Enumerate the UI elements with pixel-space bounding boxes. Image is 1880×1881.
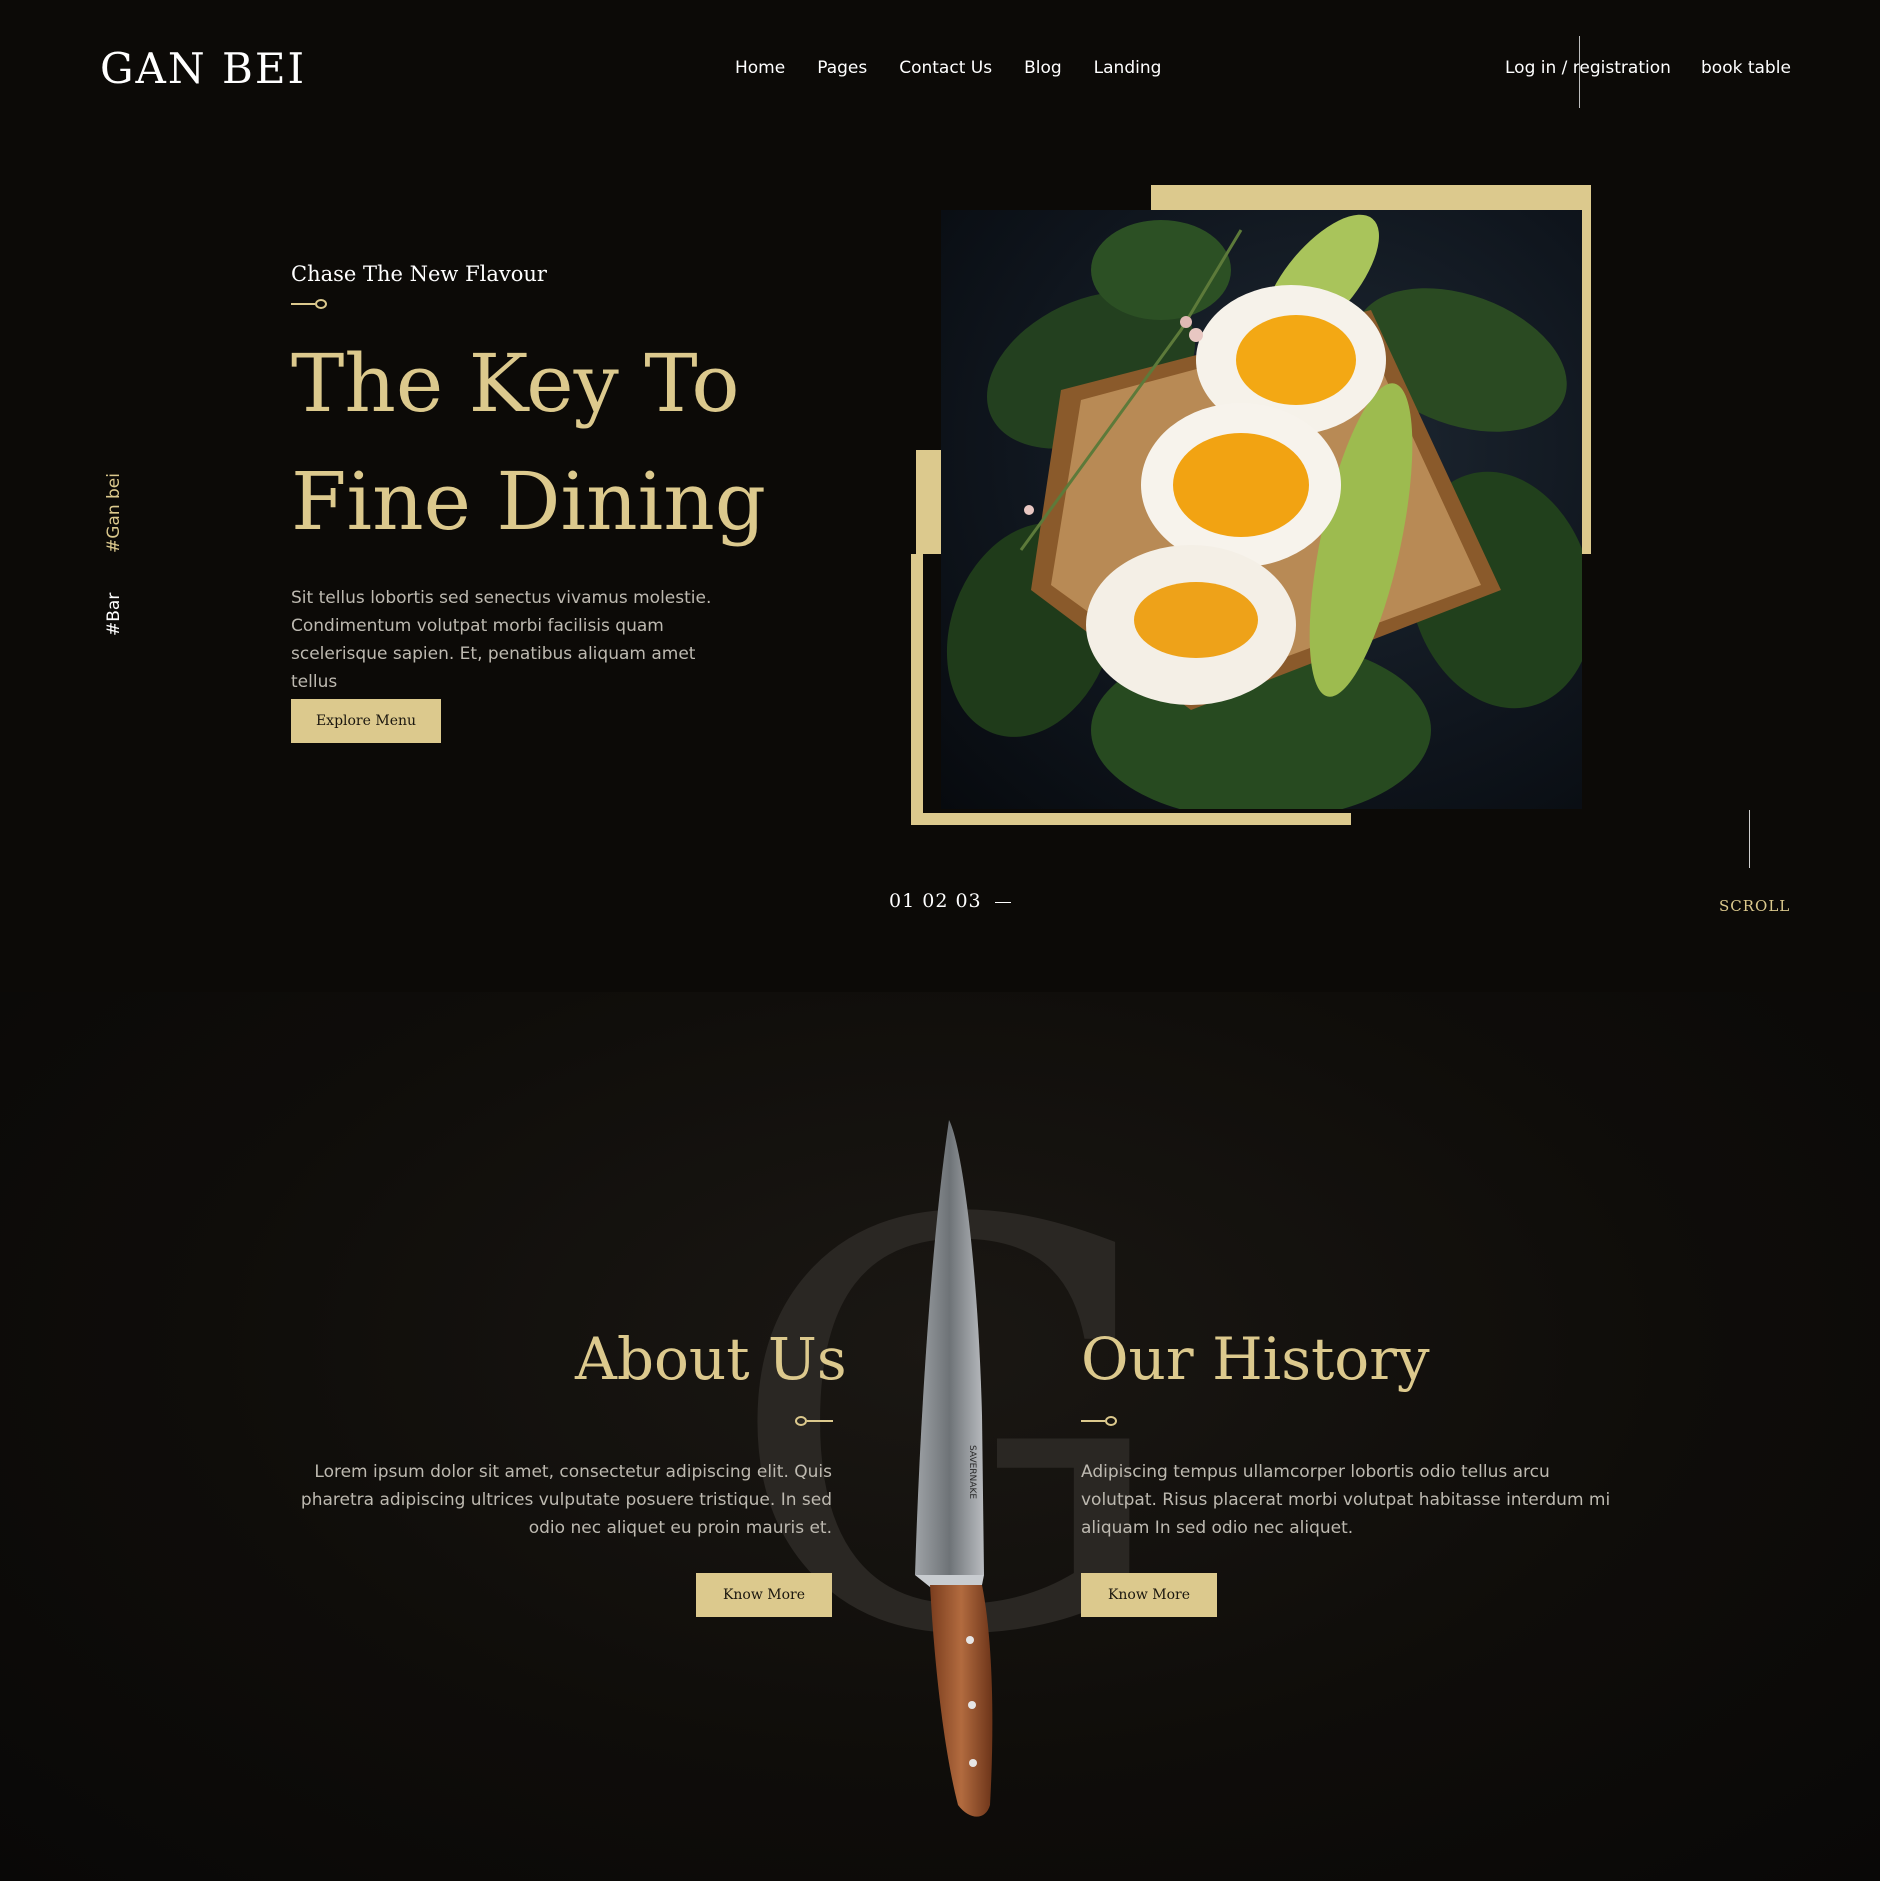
about-us-text: Lorem ipsum dolor sit amet, consectetur … <box>300 1462 832 1538</box>
logo[interactable]: GAN BEI <box>100 44 306 93</box>
explore-menu-button[interactable]: Explore Menu <box>291 699 441 743</box>
hero-title-line-1: The Key To <box>291 337 740 430</box>
our-history-text: Adipiscing tempus ullamcorper lobortis o… <box>1081 1462 1611 1538</box>
side-tag-gan-bei[interactable]: #Gan bei <box>104 473 124 553</box>
egg-toast-illustration <box>946 214 1582 809</box>
scroll-link[interactable]: SCROLL <box>1719 897 1790 915</box>
nav-blog[interactable]: Blog <box>1024 58 1062 78</box>
hero-description: Sit tellus lobortis sed senectus vivamus… <box>291 588 712 692</box>
spoon-divider-icon <box>795 1416 833 1426</box>
our-history-know-more-button[interactable]: Know More <box>1081 1573 1217 1617</box>
slide-dot-1[interactable]: 01 <box>889 890 915 912</box>
nav-contact-us[interactable]: Contact Us <box>899 58 992 78</box>
hero-title-line-2: Fine Dining <box>291 455 766 548</box>
knife-icon: SAVERNAKE <box>915 1120 993 1817</box>
frame-accent-top <box>1151 185 1591 210</box>
about-us-title: About Us <box>575 1325 847 1393</box>
main-nav: Home Pages Contact Us Blog Landing <box>735 58 1161 78</box>
header-divider <box>1579 36 1580 108</box>
hero-kicker: Chase The New Flavour <box>291 262 547 286</box>
spoon-divider-icon <box>1081 1416 1119 1426</box>
slide-dot-3[interactable]: 03 <box>955 890 981 912</box>
nav-landing[interactable]: Landing <box>1094 58 1162 78</box>
frame-accent-left <box>916 450 941 554</box>
hero-food-image <box>941 210 1582 809</box>
knife-brand-label: SAVERNAKE <box>967 1445 977 1499</box>
our-history-title: Our History <box>1081 1325 1430 1393</box>
side-tag-bar[interactable]: #Bar <box>104 593 124 636</box>
slide-dot-2[interactable]: 02 <box>922 890 948 912</box>
slide-active-dash <box>994 901 1011 903</box>
nav-home[interactable]: Home <box>735 58 785 78</box>
spoon-divider-icon <box>291 299 329 309</box>
login-registration-link[interactable]: Log in / registration <box>1505 58 1671 78</box>
nav-pages[interactable]: Pages <box>817 58 867 78</box>
scroll-line <box>1749 810 1750 868</box>
about-us-know-more-button[interactable]: Know More <box>696 1573 832 1617</box>
slide-indicator: 01 02 03 <box>889 890 1011 912</box>
hero-title: The Key To Fine Dining <box>291 325 766 561</box>
book-table-link[interactable]: book table <box>1701 58 1791 78</box>
